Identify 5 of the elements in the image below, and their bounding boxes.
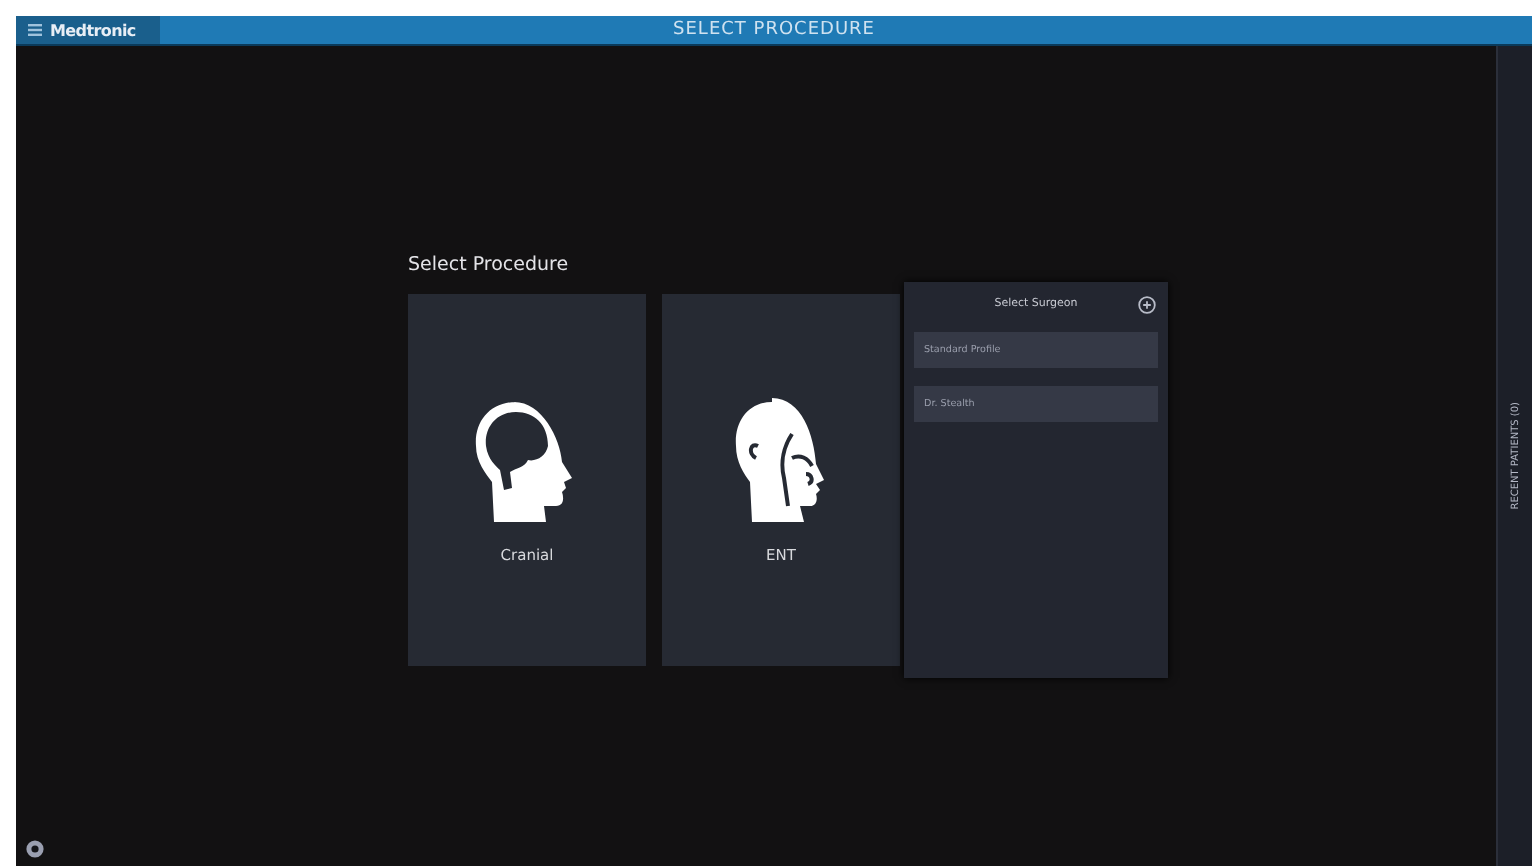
add-icon[interactable] [1138,295,1156,313]
page-heading: Select Procedure [408,254,571,276]
menu-icon[interactable] [28,24,42,36]
brand-logo: Medtronic [50,21,136,39]
screen-title: SELECT PROCEDURE [673,20,875,40]
